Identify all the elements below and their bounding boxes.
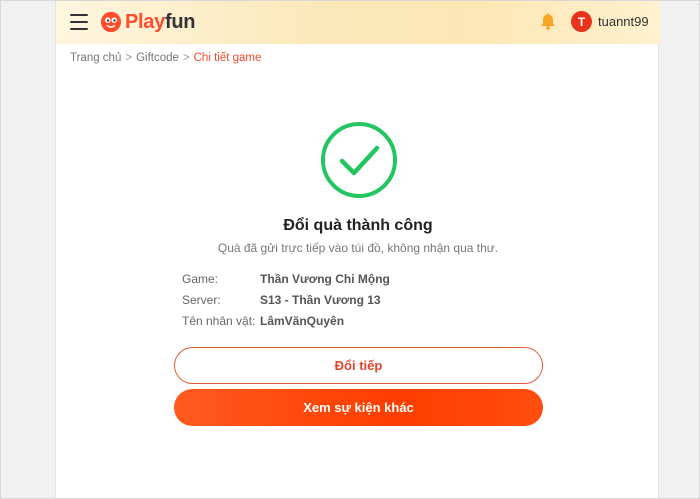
success-subtitle: Quà đã gửi trực tiếp vào túi đồ, không n… [217,241,499,255]
detail-value: LâmVănQuyên [260,313,345,328]
detail-row-server: Server: S13 - Thần Vương 13 [182,289,390,310]
redeem-details: Game: Thần Vương Chi Mộng Server: S13 - … [182,268,390,331]
menu-icon[interactable] [70,14,88,30]
breadcrumb: Trang chủ > Giftcode > Chi tiết game [70,52,261,64]
success-check-icon [319,120,399,200]
avatar[interactable]: T [571,11,592,32]
breadcrumb-separator: > [125,52,133,64]
view-other-events-button[interactable]: Xem sự kiện khác [174,389,543,426]
logo-text-play: Play [125,10,165,33]
username[interactable]: tuannt99 [598,14,649,29]
breadcrumb-home[interactable]: Trang chủ [70,52,121,64]
detail-label: Game: [182,271,219,286]
top-header: Playfun T tuannt99 [56,0,660,44]
detail-label: Tên nhân vật: [182,313,256,328]
breadcrumb-separator: > [182,52,190,64]
page-container: Playfun T tuannt99 Trang chủ > Giftcode … [55,0,660,499]
playfun-logo[interactable]: Playfun [100,10,195,34]
detail-value: S13 - Thần Vương 13 [260,292,381,307]
breadcrumb-giftcode[interactable]: Giftcode [136,52,179,64]
playfun-logo-icon [100,11,122,33]
detail-row-game: Game: Thần Vương Chi Mộng [182,268,390,289]
logo-text-fun: fun [164,10,196,33]
success-title: Đổi quà thành công [283,217,433,234]
detail-value: Thần Vương Chi Mộng [260,271,390,286]
bell-icon[interactable] [538,12,558,32]
breadcrumb-current: Chi tiết game [193,52,262,64]
continue-redeem-button[interactable]: Đổi tiếp [174,347,543,384]
detail-row-character: Tên nhân vật: LâmVănQuyên [182,310,390,331]
logo-text: Playfun [125,11,195,34]
detail-label: Server: [182,292,221,307]
